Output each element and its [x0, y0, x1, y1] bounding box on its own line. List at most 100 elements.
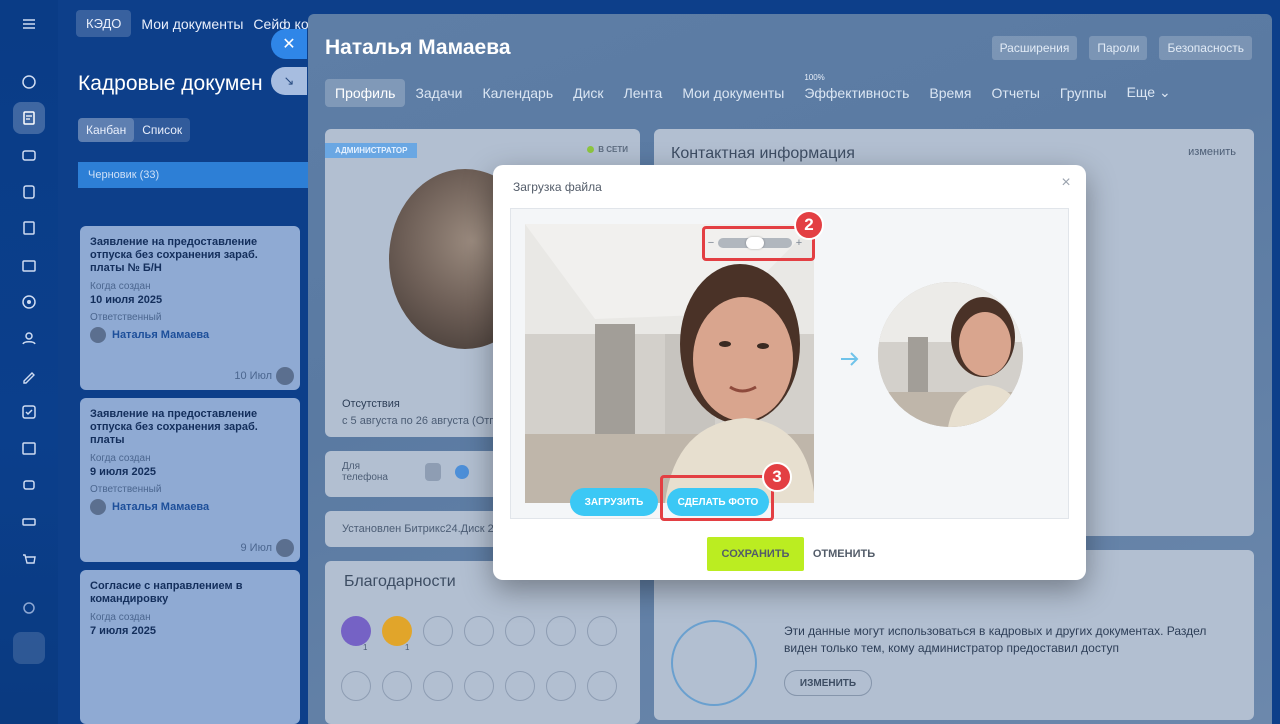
avatar: [276, 539, 294, 557]
cocktail-icon[interactable]: [546, 616, 576, 646]
heart-icon[interactable]: [464, 671, 494, 701]
tab-feed[interactable]: Лента: [614, 79, 673, 107]
thanks-count: 1: [363, 643, 368, 652]
briefcase-icon: [671, 620, 757, 706]
tasks-icon[interactable]: [13, 396, 45, 428]
view-switcher: Канбан Список: [78, 118, 191, 142]
step-marker-3: 3: [762, 462, 792, 492]
card-created: 10 июля 2025: [90, 294, 163, 306]
disk-installed-text: Установлен Битрикс24.Диск 25.: [342, 523, 503, 535]
tab-my-documents[interactable]: Мои документы: [141, 16, 243, 32]
thanks-card: Благодарности 1 1: [325, 561, 640, 724]
chat-icon[interactable]: [13, 140, 45, 172]
passwords-button[interactable]: Пароли: [1089, 36, 1148, 60]
absence-label: Отсутствия: [342, 398, 400, 410]
kedo-app: КЭДО Мои документы Сейф ко Кадровые доку…: [58, 0, 328, 724]
card-created-label: Когда создан: [90, 281, 151, 292]
target-icon[interactable]: [13, 286, 45, 318]
card-created: 9 июля 2025: [90, 466, 156, 478]
profile-top-buttons: Расширения Пароли Безопасность: [991, 36, 1252, 60]
settings-icon[interactable]: [13, 592, 45, 624]
star-icon[interactable]: [423, 671, 453, 701]
absence-value: с 5 августа по 26 августа (Отпус: [342, 415, 507, 427]
disk-icon[interactable]: [13, 176, 45, 208]
dialog-title: Загрузка файла: [513, 180, 602, 194]
money-icon[interactable]: [464, 616, 494, 646]
online-status: В СЕТИ: [587, 145, 628, 154]
view-list[interactable]: Список: [134, 118, 190, 142]
tab-groups[interactable]: Группы: [1050, 79, 1117, 107]
top-nav: КЭДО Мои документы Сейф ко: [76, 10, 309, 37]
robot-icon[interactable]: [13, 468, 45, 500]
card-user[interactable]: Наталья Мамаева: [90, 327, 290, 343]
tab-efficiency-label: Эффективность: [804, 84, 910, 101]
thumbs-up-icon[interactable]: [341, 616, 371, 646]
extensions-button[interactable]: Расширения: [991, 36, 1078, 60]
tab-reports[interactable]: Отчеты: [982, 79, 1050, 107]
beer-icon[interactable]: [505, 671, 535, 701]
column-header[interactable]: Черновик (33): [78, 162, 328, 188]
sign-icon[interactable]: [13, 360, 45, 392]
card-title: Согласие с направлением в командировку: [90, 580, 243, 605]
card-user[interactable]: Наталья Мамаева: [90, 499, 290, 515]
left-rail: [0, 0, 58, 724]
tab-more[interactable]: Еще ⌄: [1117, 78, 1181, 107]
flag-icon[interactable]: [382, 671, 412, 701]
efficiency-percent: 100%: [804, 72, 825, 82]
notes-icon[interactable]: [13, 212, 45, 244]
calendar-icon[interactable]: [13, 432, 45, 464]
tab-tasks[interactable]: Задачи: [405, 79, 472, 107]
appstore-icon[interactable]: [455, 465, 469, 479]
document-card[interactable]: Согласие с направлением в командировку К…: [80, 570, 300, 724]
upload-button[interactable]: ЗАГРУЗИТЬ: [570, 488, 658, 516]
view-kanban[interactable]: Канбан: [78, 118, 135, 142]
one-icon[interactable]: [341, 671, 371, 701]
menu-icon[interactable]: [13, 8, 45, 40]
cake-icon[interactable]: [587, 616, 617, 646]
android-icon[interactable]: [425, 463, 441, 481]
card-date: 9 Июл: [240, 542, 272, 554]
tab-my-documents[interactable]: Мои документы: [672, 79, 794, 107]
hr-edit-button[interactable]: ИЗМЕНИТЬ: [784, 670, 872, 696]
tab-disk[interactable]: Диск: [563, 79, 613, 107]
flower-icon[interactable]: [546, 671, 576, 701]
close-slider-button[interactable]: ✕: [271, 29, 307, 59]
crown-icon[interactable]: [505, 616, 535, 646]
trophy-icon[interactable]: [382, 616, 412, 646]
for-phone-label: Для телефона: [342, 461, 388, 483]
expand-icon: ↘: [283, 73, 295, 88]
avatar: [90, 327, 106, 343]
tab-efficiency[interactable]: 100% Эффективность: [794, 73, 919, 107]
step-marker-2: 2: [794, 210, 824, 240]
card-responsible-label: Ответственный: [90, 312, 162, 323]
security-button[interactable]: Безопасность: [1159, 36, 1252, 60]
more-apps-icon[interactable]: [13, 632, 45, 664]
camera-photo[interactable]: [525, 224, 814, 503]
card-icon[interactable]: [13, 250, 45, 282]
hr-info-text: Эти данные могут использоваться в кадров…: [784, 624, 1207, 655]
admin-badge[interactable]: АДМИНИСТРАТОР: [325, 143, 418, 158]
documents-icon[interactable]: [13, 102, 45, 134]
tab-profile[interactable]: Профиль: [325, 78, 406, 107]
close-icon[interactable]: ×: [1058, 175, 1074, 191]
save-button[interactable]: СОХРАНИТЬ: [707, 537, 804, 571]
tab-calendar[interactable]: Календарь: [472, 79, 563, 107]
card-created: 7 июля 2025: [90, 625, 156, 637]
tab-kedo[interactable]: КЭДО: [76, 10, 132, 37]
activity-icon[interactable]: [13, 66, 45, 98]
contact-title: Контактная информация: [671, 145, 855, 162]
cart-icon[interactable]: [13, 544, 45, 576]
users-icon[interactable]: [13, 322, 45, 354]
document-card[interactable]: Заявление на предоставление отпуска без …: [80, 398, 300, 562]
cancel-button[interactable]: ОТМЕНИТЬ: [809, 537, 879, 571]
gift-icon[interactable]: [423, 616, 453, 646]
smile-icon[interactable]: [587, 671, 617, 701]
thanks-count: 1: [405, 643, 410, 652]
card-date: 10 Июл: [234, 370, 272, 382]
tab-time[interactable]: Время: [919, 79, 981, 107]
expand-slider-button[interactable]: ↘: [271, 67, 307, 95]
contact-edit-link[interactable]: изменить: [1188, 146, 1236, 158]
avatar: [276, 367, 294, 385]
apps-icon[interactable]: [13, 506, 45, 538]
document-card[interactable]: Заявление на предоставление отпуска без …: [80, 226, 300, 390]
